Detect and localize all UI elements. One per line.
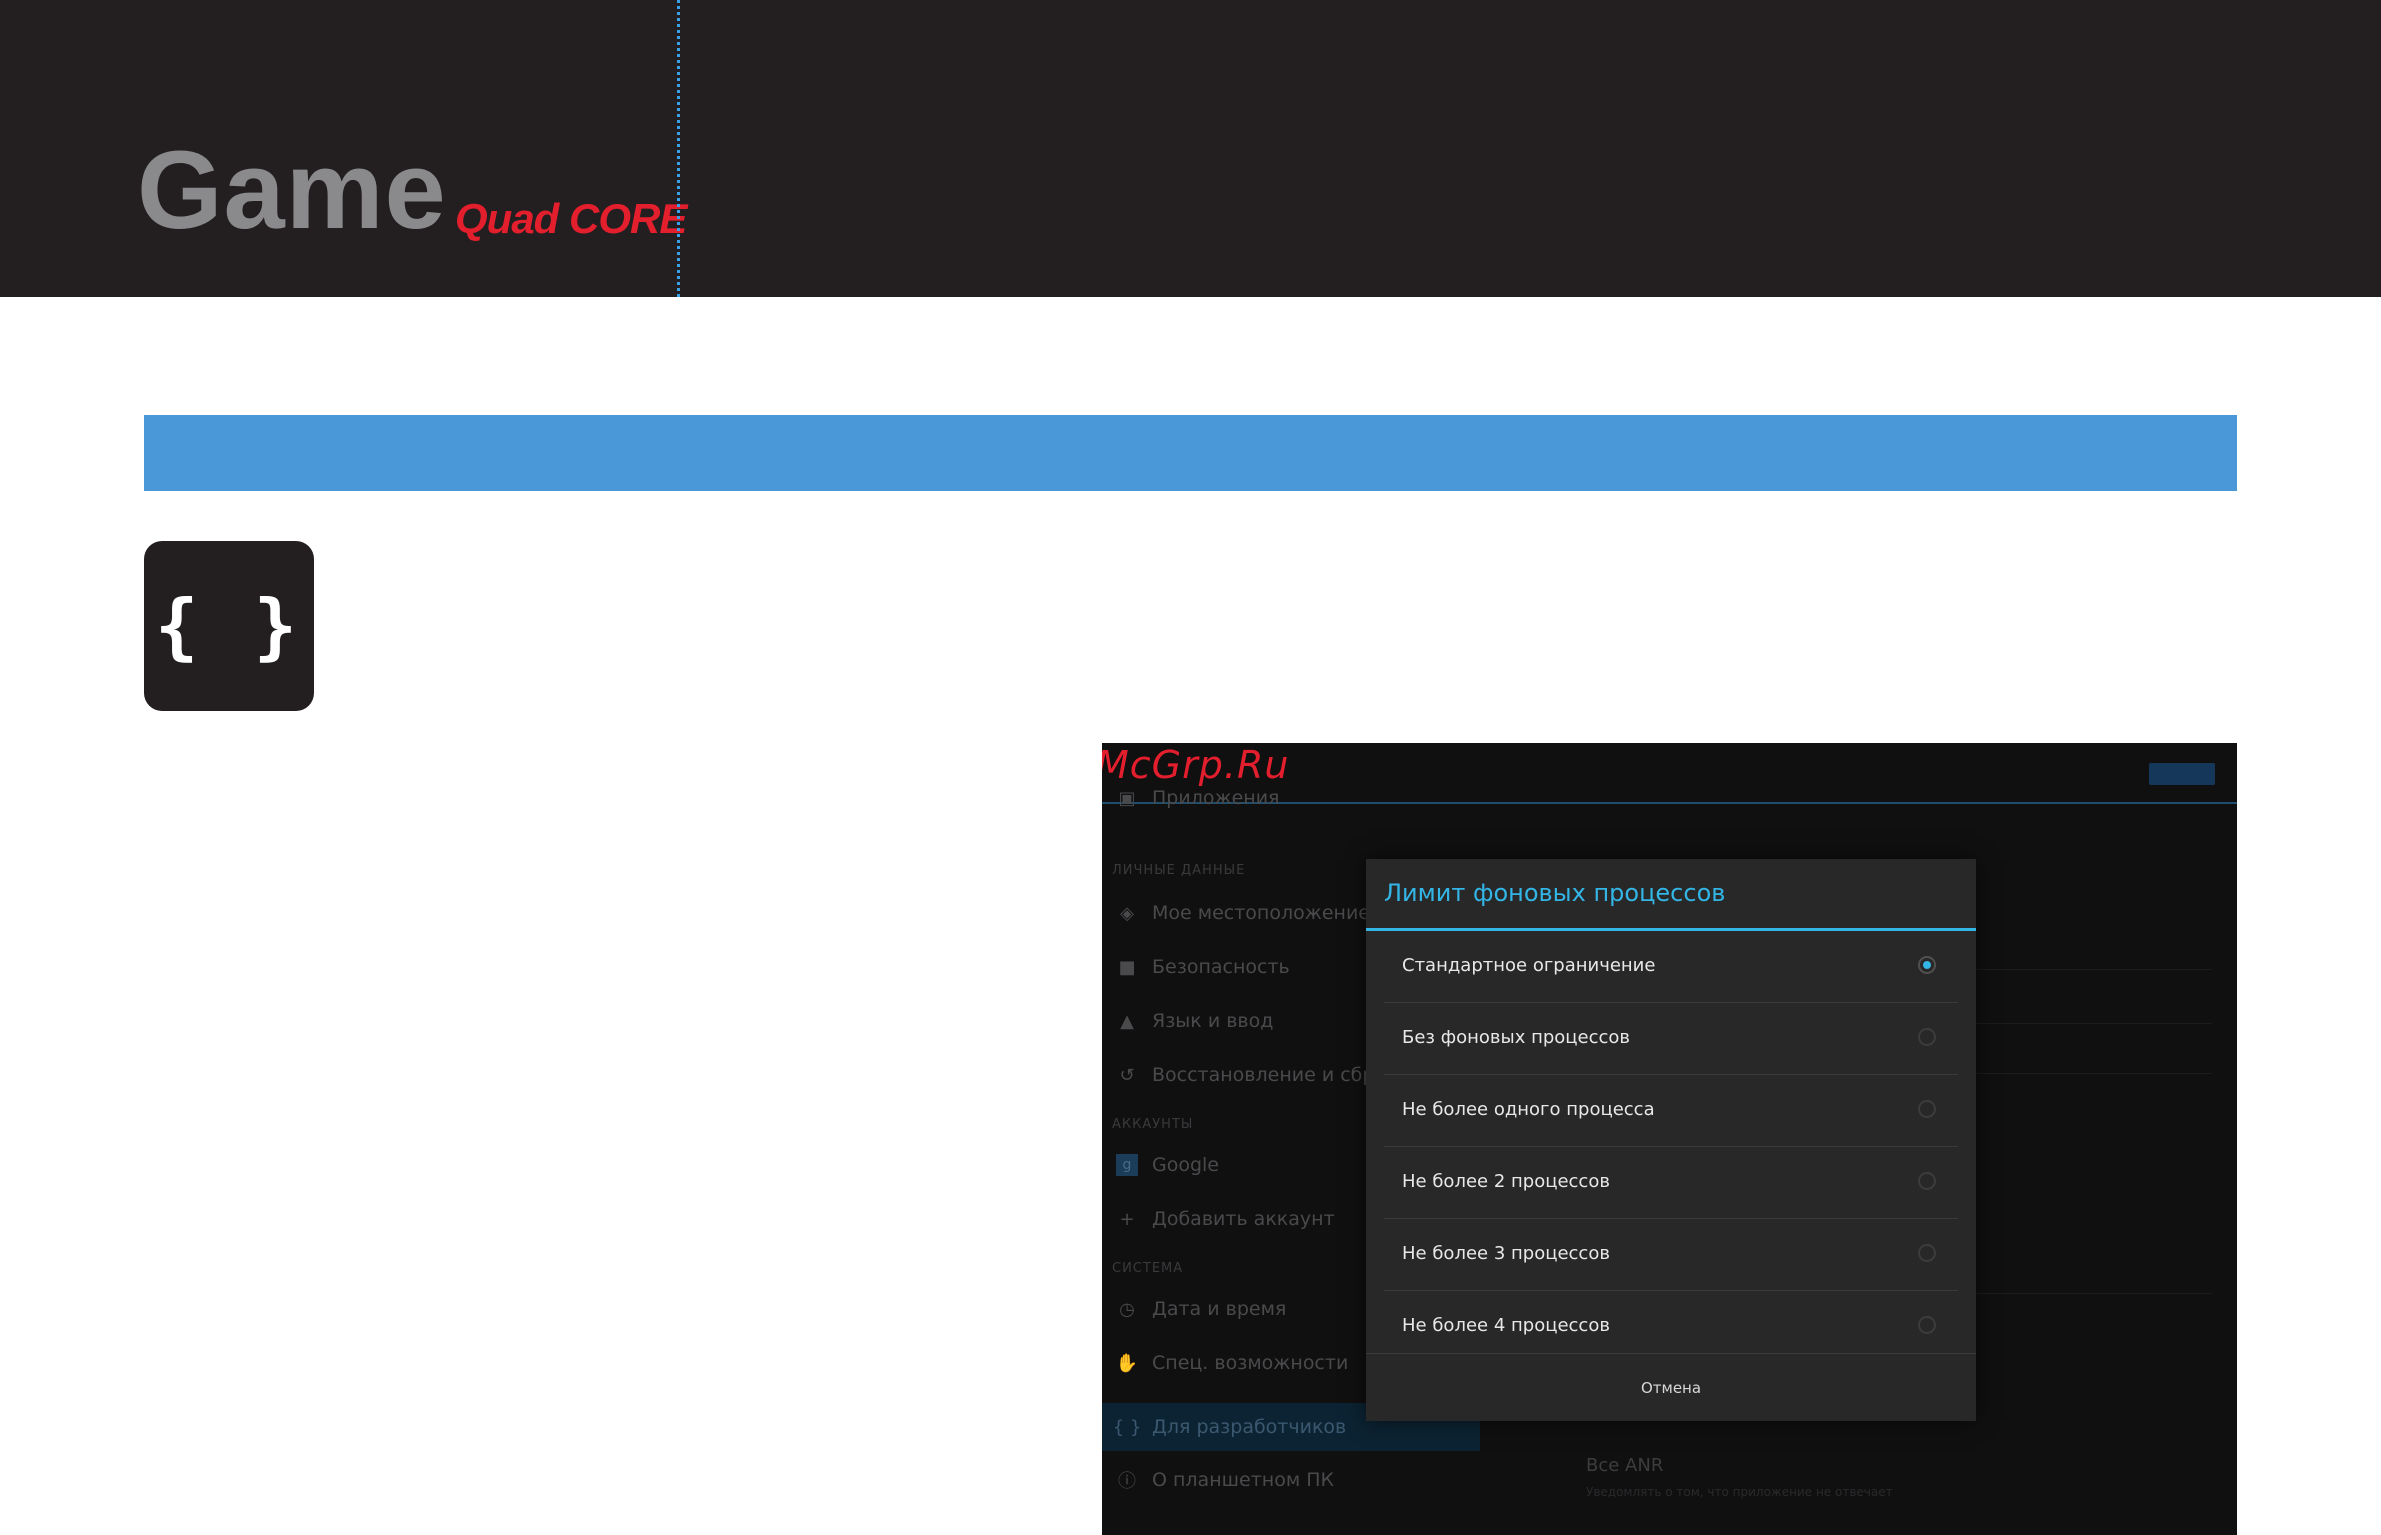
sidebar-item-developer[interactable]: { } Для разработчиков — [1112, 1407, 1347, 1447]
location-icon: ◈ — [1120, 902, 1134, 924]
toggle-switch[interactable] — [2149, 763, 2215, 785]
setting-anr-desc: Уведомлять о том, что приложение не отве… — [1586, 1485, 1893, 1499]
dialog-option[interactable]: Не более 3 процессов — [1384, 1219, 1958, 1291]
cancel-button[interactable]: Отмена — [1366, 1353, 1976, 1422]
dialog-option[interactable]: Не более одного процесса — [1384, 1075, 1958, 1147]
option-label: Не более 3 процессов — [1402, 1243, 1610, 1264]
header-divider — [677, 0, 680, 297]
developer-braces-icon: { } — [144, 541, 314, 711]
sidebar-item-label: Восстановление и сброс — [1152, 1064, 1397, 1086]
sidebar-item-label: Приложения — [1152, 787, 1280, 809]
dialog-option[interactable]: Стандартное ограничение — [1384, 931, 1958, 1003]
plus-icon: + — [1119, 1208, 1135, 1230]
background-process-limit-dialog: Лимит фоновых процессов Стандартное огра… — [1366, 859, 1976, 1421]
sidebar-item-label: О планшетном ПК — [1152, 1469, 1334, 1491]
option-label: Не более 2 процессов — [1402, 1171, 1610, 1192]
page-header: Game Quad CORE — [0, 0, 2381, 297]
sidebar-item-accessibility[interactable]: ✋ Спец. возможности — [1115, 1343, 1349, 1383]
sidebar-item-label: Спец. возможности — [1152, 1352, 1349, 1374]
sidebar-item-language[interactable]: ▲ Язык и ввод — [1116, 1001, 1273, 1041]
brand-logo-game: Game — [137, 129, 447, 252]
sidebar-item-about[interactable]: ⓘ О планшетном ПК — [1116, 1460, 1334, 1500]
sidebar-heading-personal: ЛИЧНЫЕ ДАННЫЕ — [1112, 863, 1246, 878]
sidebar-item-label: Для разработчиков — [1152, 1416, 1347, 1438]
radio-button[interactable] — [1918, 1028, 1936, 1046]
sidebar-item-label: Мое местоположение — [1152, 902, 1370, 924]
dialog-option[interactable]: Не более 4 процессов — [1384, 1291, 1958, 1362]
google-icon: g — [1116, 1154, 1138, 1176]
sidebar-item-label: Язык и ввод — [1152, 1010, 1274, 1032]
sidebar-item-label: Добавить аккаунт — [1152, 1208, 1335, 1230]
dialog-option[interactable]: Без фоновых процессов — [1384, 1003, 1958, 1075]
hand-icon: ✋ — [1115, 1352, 1139, 1374]
sidebar-heading-system: СИСТЕМА — [1112, 1261, 1184, 1276]
dialog-option[interactable]: Не более 2 процессов — [1384, 1147, 1958, 1219]
info-icon: ⓘ — [1118, 1471, 1136, 1492]
setting-anr-title[interactable]: Все ANR — [1586, 1455, 1663, 1476]
apps-icon: ▣ — [1118, 787, 1136, 809]
sidebar-item-add-account[interactable]: + Добавить аккаунт — [1116, 1199, 1335, 1239]
sidebar-heading-accounts: АККАУНТЫ — [1112, 1117, 1194, 1132]
option-label: Без фоновых процессов — [1402, 1027, 1631, 1048]
watermark: McGrp.Ru — [1102, 743, 1290, 787]
option-label: Не более одного процесса — [1402, 1099, 1655, 1120]
lock-icon: ■ — [1118, 956, 1136, 978]
brand-logo-quadcore: Quad CORE — [455, 195, 687, 242]
radio-button[interactable] — [1918, 1100, 1936, 1118]
dialog-title: Лимит фоновых процессов — [1384, 879, 1726, 907]
section-title-bar — [144, 415, 2237, 491]
sidebar-item-security[interactable]: ■ Безопасность — [1116, 947, 1290, 987]
option-label: Не более 4 процессов — [1402, 1315, 1610, 1336]
sidebar-item-location[interactable]: ◈ Мое местоположение — [1116, 893, 1370, 933]
radio-button-selected[interactable] — [1918, 956, 1936, 974]
sidebar-item-google[interactable]: g Google — [1116, 1145, 1219, 1185]
sidebar-item-restore[interactable]: ↺ Восстановление и сброс — [1116, 1055, 1397, 1095]
radio-button[interactable] — [1918, 1244, 1936, 1262]
tablet-screenshot: ▣ Приложения ЛИЧНЫЕ ДАННЫЕ ◈ Мое местопо… — [1102, 743, 2237, 1535]
restore-icon: ↺ — [1119, 1064, 1135, 1086]
sidebar-item-label: Безопасность — [1152, 956, 1290, 978]
sidebar-item-datetime[interactable]: ◷ Дата и время — [1116, 1289, 1286, 1329]
braces-icon: { } — [1112, 1416, 1142, 1438]
sidebar-item-label: Google — [1152, 1154, 1220, 1176]
sidebar-item-label: Дата и время — [1152, 1298, 1287, 1320]
language-icon: ▲ — [1120, 1010, 1134, 1032]
clock-icon: ◷ — [1119, 1298, 1135, 1320]
option-label: Стандартное ограничение — [1402, 955, 1656, 976]
radio-button[interactable] — [1918, 1316, 1936, 1334]
radio-button[interactable] — [1918, 1172, 1936, 1190]
